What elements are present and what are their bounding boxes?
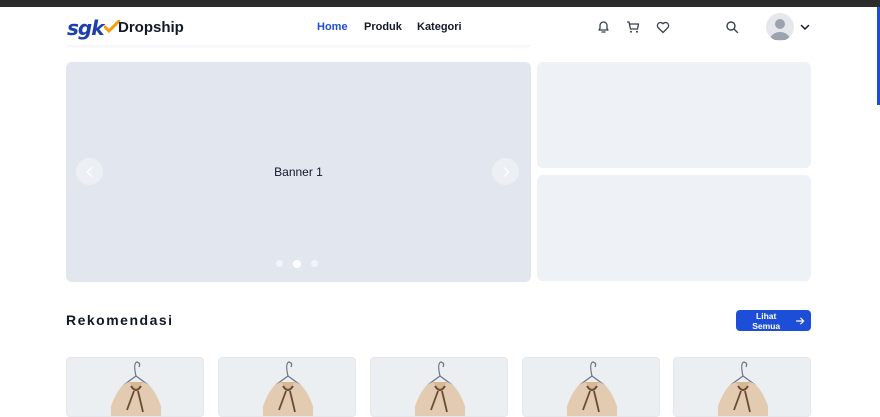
product-image bbox=[67, 358, 203, 416]
logo[interactable]: sgk bbox=[67, 16, 120, 40]
carousel-next-button[interactable] bbox=[492, 158, 519, 185]
carousel-dots bbox=[276, 259, 318, 268]
chevron-right-icon bbox=[502, 166, 510, 177]
avatar[interactable] bbox=[766, 13, 794, 41]
nav-home[interactable]: Home bbox=[317, 21, 348, 33]
nav-kategori[interactable]: Kategori bbox=[417, 21, 462, 33]
nav-produk[interactable]: Produk bbox=[364, 21, 402, 33]
chevron-down-icon[interactable] bbox=[799, 20, 811, 38]
section-title: Rekomendasi bbox=[66, 312, 174, 328]
product-image bbox=[371, 358, 507, 416]
product-card[interactable] bbox=[66, 357, 204, 417]
see-all-label: Lihat Semua bbox=[752, 310, 781, 331]
see-all-button[interactable]: Lihat Semua bbox=[736, 310, 811, 331]
product-card[interactable] bbox=[673, 357, 811, 417]
brand-name: Dropship bbox=[118, 19, 184, 36]
banner-carousel[interactable]: Banner 1 bbox=[66, 62, 531, 282]
search-icon[interactable] bbox=[723, 18, 741, 36]
product-image bbox=[523, 358, 659, 416]
carousel-dot-1[interactable] bbox=[276, 260, 283, 267]
side-banner-top[interactable] bbox=[537, 62, 811, 168]
side-banner-bottom[interactable] bbox=[537, 175, 811, 281]
carousel-prev-button[interactable] bbox=[76, 158, 103, 185]
top-navbar: sgk Dropship Home Produk Kategori bbox=[0, 7, 876, 47]
cart-icon[interactable] bbox=[624, 18, 642, 36]
heart-icon[interactable] bbox=[654, 18, 672, 36]
banner-label: Banner 1 bbox=[274, 165, 323, 179]
bell-icon[interactable] bbox=[594, 18, 612, 36]
product-card[interactable] bbox=[522, 357, 660, 417]
arrow-right-icon bbox=[796, 317, 805, 324]
logo-text: sgk bbox=[67, 16, 105, 40]
carousel-dot-3[interactable] bbox=[311, 260, 318, 267]
window-top-strip bbox=[0, 0, 880, 7]
product-card[interactable] bbox=[218, 357, 356, 417]
chevron-left-icon bbox=[85, 166, 93, 177]
carousel-dot-2[interactable] bbox=[293, 259, 301, 268]
product-card[interactable] bbox=[370, 357, 508, 417]
navbar-divider bbox=[66, 45, 530, 49]
product-image bbox=[219, 358, 355, 416]
product-image bbox=[674, 358, 810, 416]
